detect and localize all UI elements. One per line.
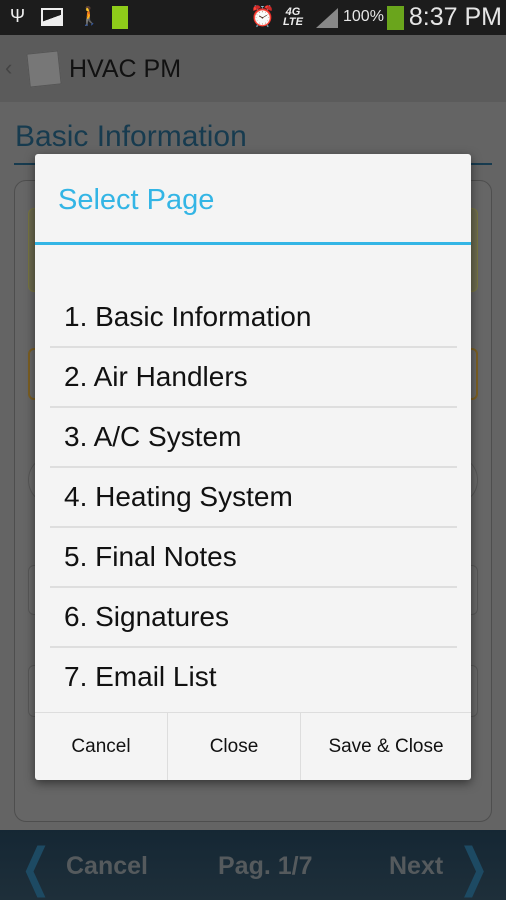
page-list-item[interactable]: 7. Email List bbox=[50, 648, 457, 708]
page-list-item[interactable]: 6. Signatures bbox=[50, 588, 457, 648]
battery-charged-icon bbox=[112, 6, 128, 29]
clock: 8:37 PM bbox=[408, 3, 502, 31]
usb-icon: Ψ bbox=[10, 6, 26, 26]
app-logo-icon[interactable] bbox=[26, 50, 62, 88]
action-bar: ‹ HVAC PM bbox=[0, 35, 506, 102]
back-chevron-icon[interactable]: ‹ bbox=[5, 55, 12, 81]
page-list-item[interactable]: 1. Basic Information bbox=[50, 288, 457, 348]
page-list-item[interactable]: 2. Air Handlers bbox=[50, 348, 457, 408]
page-indicator[interactable]: Pag. 1/7 bbox=[218, 852, 313, 881]
select-page-dialog: Select Page 1. Basic Information 2. Air … bbox=[35, 154, 471, 780]
4g-lte-icon: 4G LTE bbox=[283, 6, 303, 28]
save-close-button[interactable]: Save & Close bbox=[301, 713, 471, 780]
dialog-title-divider bbox=[35, 242, 471, 245]
status-bar: Ψ 🚶 ⏰ 4G LTE 100% 8:37 PM bbox=[0, 0, 506, 35]
signal-icon bbox=[316, 8, 338, 28]
image-icon bbox=[41, 8, 63, 26]
dialog-buttons: Cancel Close Save & Close bbox=[35, 712, 471, 780]
page-list-item[interactable]: 5. Final Notes bbox=[50, 528, 457, 588]
app-title: HVAC PM bbox=[69, 55, 182, 83]
nav-next-button[interactable]: Next bbox=[389, 852, 443, 881]
close-button[interactable]: Close bbox=[168, 713, 301, 780]
page-title: Basic Information bbox=[15, 120, 247, 153]
battery-icon bbox=[387, 6, 404, 30]
chevron-left-icon[interactable]: ❮ bbox=[21, 838, 52, 898]
dialog-title: Select Page bbox=[58, 184, 215, 216]
battery-percent: 100% bbox=[343, 8, 384, 25]
page-list-item[interactable]: 3. A/C System bbox=[50, 408, 457, 468]
alarm-icon: ⏰ bbox=[250, 6, 275, 28]
page-list-item[interactable]: 4. Heating System bbox=[50, 468, 457, 528]
chevron-right-icon[interactable]: ❯ bbox=[459, 838, 490, 898]
nav-cancel-button[interactable]: Cancel bbox=[66, 852, 148, 881]
bottom-nav-bar: ❮ Cancel Pag. 1/7 Next ❯ bbox=[0, 830, 506, 900]
page-list: 1. Basic Information 2. Air Handlers 3. … bbox=[50, 288, 457, 708]
cancel-button[interactable]: Cancel bbox=[35, 713, 168, 780]
walking-icon: 🚶 bbox=[78, 6, 101, 26]
